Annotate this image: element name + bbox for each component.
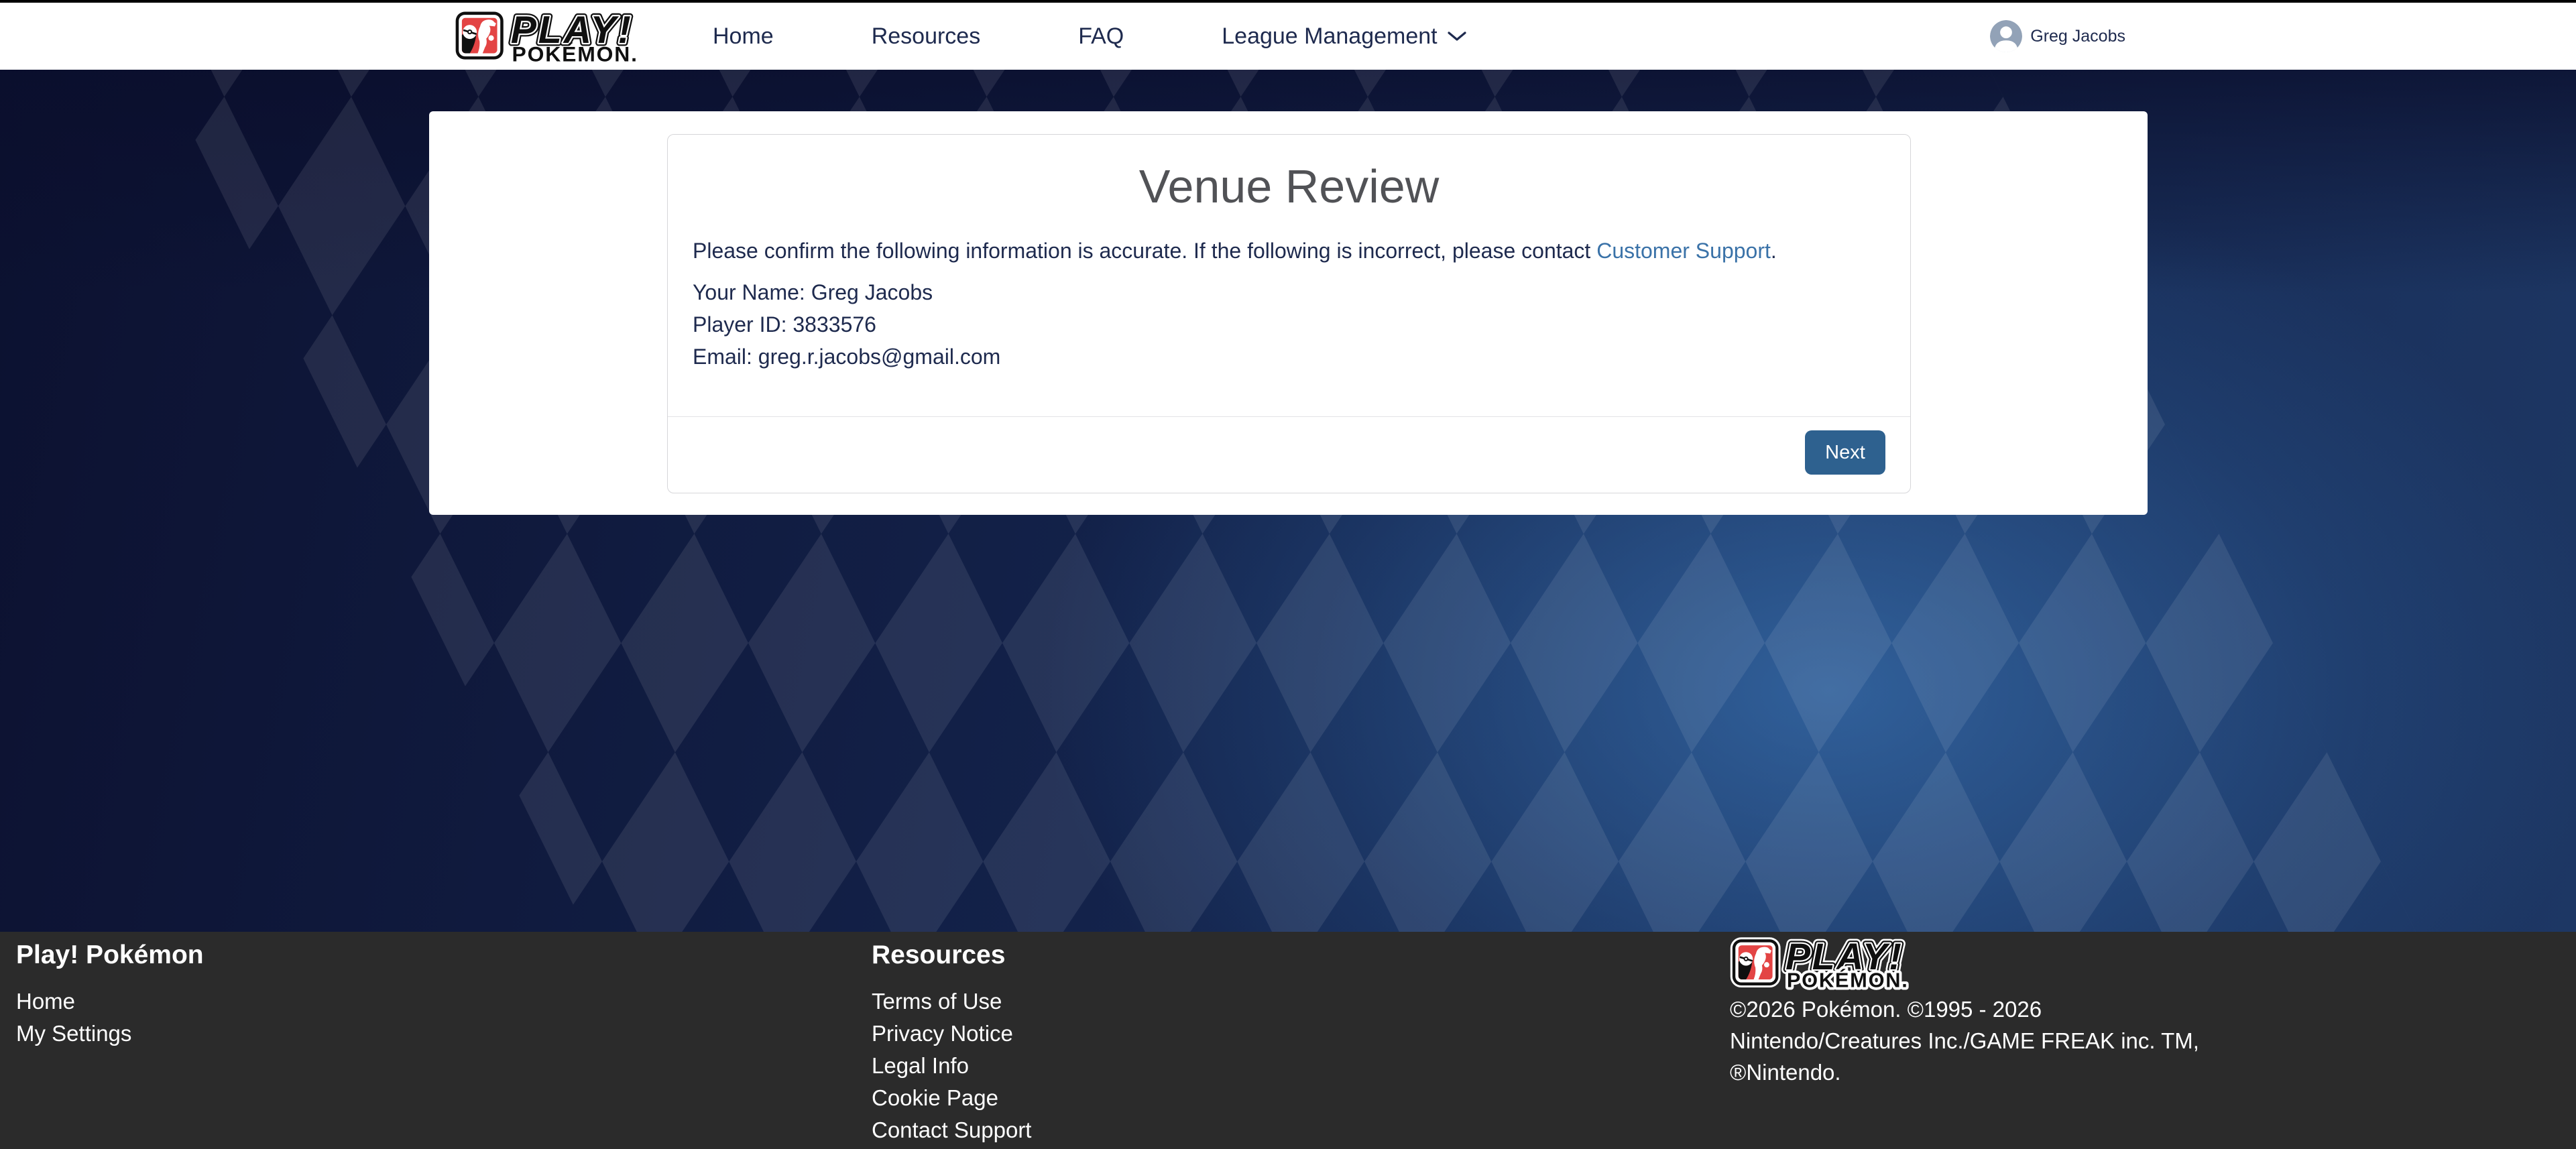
copyright-line-2: Nintendo/Creatures Inc./GAME FREAK inc. … [1730,1025,2199,1056]
top-nav-bar: PLAY! PLAY! PLAY! PLAY! POKÉMON. POKÉMON… [0,0,2576,70]
user-name: Greg Jacobs [2030,27,2125,46]
footer-play-pokemon-logo: PLAY! PLAY! PLAY! PLAY! POKÉMON. POKÉMON… [1730,936,1931,990]
nav-league-management-label: League Management [1222,23,1437,50]
venue-review-card: Venue Review Please confirm the followin… [667,134,1911,493]
intro-text-before: Please confirm the following information… [693,239,1596,263]
svg-text:POKÉMON.: POKÉMON. [512,42,638,64]
footer-heading-play-pokemon: Play! Pokémon [16,940,204,971]
nav-home-label: Home [713,23,774,50]
copyright-text: ©2026 Pokémon. ©1995 - 2026 Nintendo/Cre… [1730,993,2199,1088]
customer-support-link[interactable]: Customer Support [1596,239,1771,263]
footer-column-legal: PLAY! PLAY! PLAY! PLAY! POKÉMON. POKÉMON… [1730,932,2199,1088]
nav-item-resources[interactable]: Resources [872,23,981,50]
next-button[interactable]: Next [1805,430,1885,475]
copyright-line-1: ©2026 Pokémon. ©1995 - 2026 [1730,993,2199,1025]
svg-text:POKÉMON.: POKÉMON. [1787,969,1909,990]
card-divider [668,416,1910,417]
intro-text-after: . [1771,239,1777,263]
play-pokemon-logo[interactable]: PLAY! PLAY! PLAY! PLAY! POKÉMON. POKÉMON… [453,8,661,64]
nav-faq-label: FAQ [1078,23,1124,50]
nav-item-faq[interactable]: FAQ [1078,23,1124,50]
player-name-line: Your Name: Greg Jacobs [693,276,1885,308]
footer-link-privacy-notice[interactable]: Privacy Notice [872,1018,1031,1050]
player-email-line: Email: greg.r.jacobs@gmail.com [693,341,1885,373]
footer-link-home[interactable]: Home [16,985,204,1018]
player-info-block: Your Name: Greg Jacobs Player ID: 383357… [693,276,1885,373]
content-panel: Venue Review Please confirm the followin… [429,111,2148,515]
nav-item-league-management[interactable]: League Management [1222,23,1466,50]
pokeball-badge-icon [1733,939,1779,985]
nav-item-home[interactable]: Home [713,23,774,50]
chevron-down-icon [1447,30,1467,42]
confirmation-text: Please confirm the following information… [693,237,1885,264]
user-avatar-icon [1990,20,2022,52]
footer-link-contact-support[interactable]: Contact Support [872,1114,1031,1146]
footer-link-legal-info[interactable]: Legal Info [872,1050,1031,1082]
footer-link-my-settings[interactable]: My Settings [16,1018,204,1050]
footer-link-cookie-page[interactable]: Cookie Page [872,1082,1031,1114]
main-nav: Home Resources FAQ League Management [713,23,1467,50]
copyright-line-3: ®Nintendo. [1730,1056,2199,1088]
footer-column-resources: Resources Terms of Use Privacy Notice Le… [872,932,1031,1146]
player-id-line: Player ID: 3833576 [693,308,1885,341]
user-menu[interactable]: Greg Jacobs [1990,20,2125,52]
site-footer: Play! Pokémon Home My Settings Resources… [0,932,2576,1149]
pokeball-badge-icon [456,12,504,60]
nav-resources-label: Resources [872,23,981,50]
footer-column-play-pokemon: Play! Pokémon Home My Settings [16,932,204,1050]
page-title: Venue Review [668,160,1910,213]
footer-heading-resources: Resources [872,940,1031,971]
footer-link-terms-of-use[interactable]: Terms of Use [872,985,1031,1018]
